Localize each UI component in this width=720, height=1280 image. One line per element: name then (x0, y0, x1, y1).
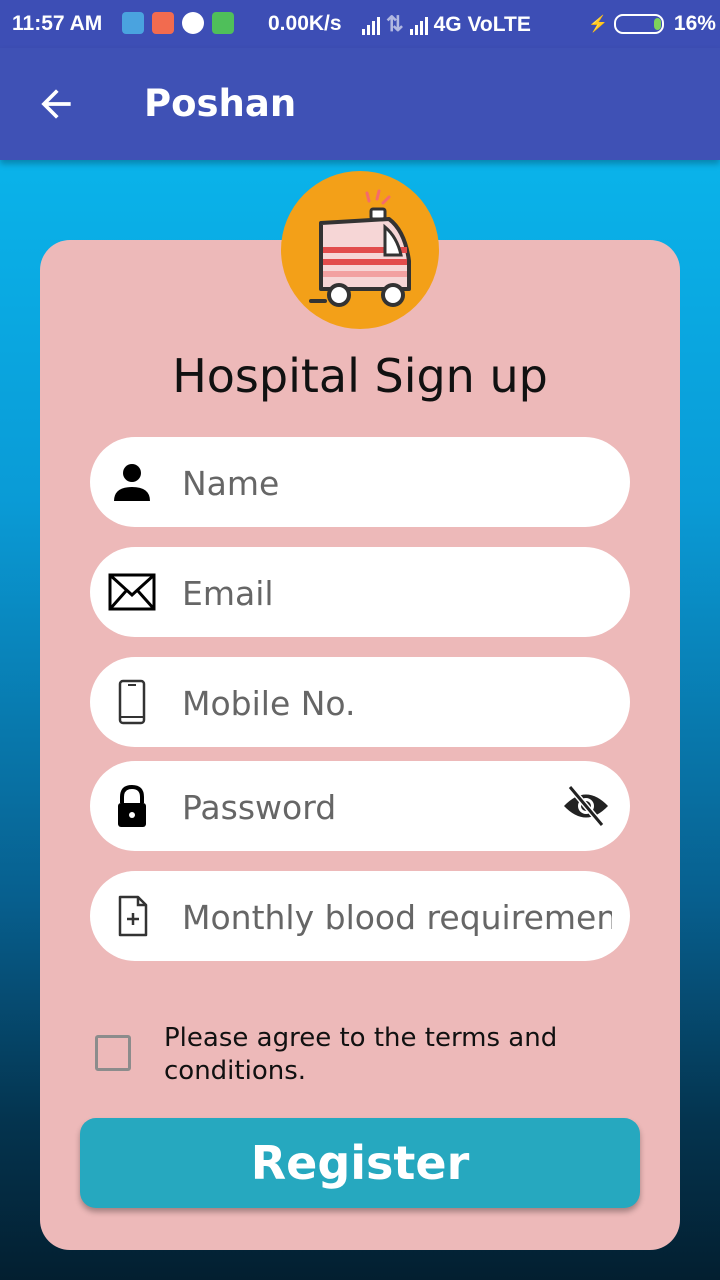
password-input[interactable] (180, 779, 544, 835)
email-field-container (90, 547, 630, 637)
shopping-icon (152, 12, 174, 34)
charging-icon: ⚡ (588, 16, 608, 33)
eye-off-icon[interactable] (562, 783, 610, 829)
data-arrows-icon: ⇅ (386, 13, 404, 36)
name-field-container (90, 437, 630, 527)
person-icon (114, 464, 150, 501)
app-title: Poshan (144, 82, 297, 125)
arrow-left-icon (41, 89, 71, 119)
envelope-icon (108, 573, 156, 611)
ambulance-icon (309, 189, 411, 307)
blood-requirement-input[interactable] (180, 889, 614, 945)
frog-icon (212, 12, 234, 34)
status-bar: 11:57 AM 0.00K/s ⇅ 4G VoLTE ⚡ 16% (0, 0, 720, 48)
network-speed: 0.00K/s (268, 12, 342, 35)
name-input[interactable] (180, 455, 614, 511)
app-bar: Poshan (0, 48, 720, 160)
network-indicators: ⇅ 4G VoLTE (362, 12, 531, 37)
mobile-field-container (90, 657, 630, 747)
page-title: Hospital Sign up (172, 349, 548, 403)
lock-icon (118, 784, 146, 827)
battery-percent: 16% (673, 12, 716, 35)
usb-icon (122, 12, 144, 34)
signal-icon (362, 15, 380, 35)
blood-requirement-field-container (90, 871, 630, 961)
back-button[interactable] (34, 82, 78, 126)
mobile-input[interactable] (180, 675, 614, 731)
terms-label: Please agree to the terms and conditions… (164, 1023, 558, 1086)
notification-icons (122, 12, 234, 34)
phone-icon (118, 679, 146, 725)
battery-indicator: ⚡ 16% (588, 12, 716, 36)
signal-icon-2 (409, 15, 428, 35)
network-type: 4G VoLTE (433, 12, 531, 36)
password-field-container (90, 761, 630, 851)
terms-checkbox[interactable] (95, 1035, 131, 1071)
status-time: 11:57 AM (12, 12, 103, 35)
register-button[interactable]: Register (80, 1118, 640, 1208)
email-input[interactable] (180, 565, 614, 621)
hospital-logo (281, 171, 439, 329)
photos-icon (182, 12, 204, 34)
document-plus-icon (118, 895, 148, 937)
battery-icon (613, 14, 664, 34)
